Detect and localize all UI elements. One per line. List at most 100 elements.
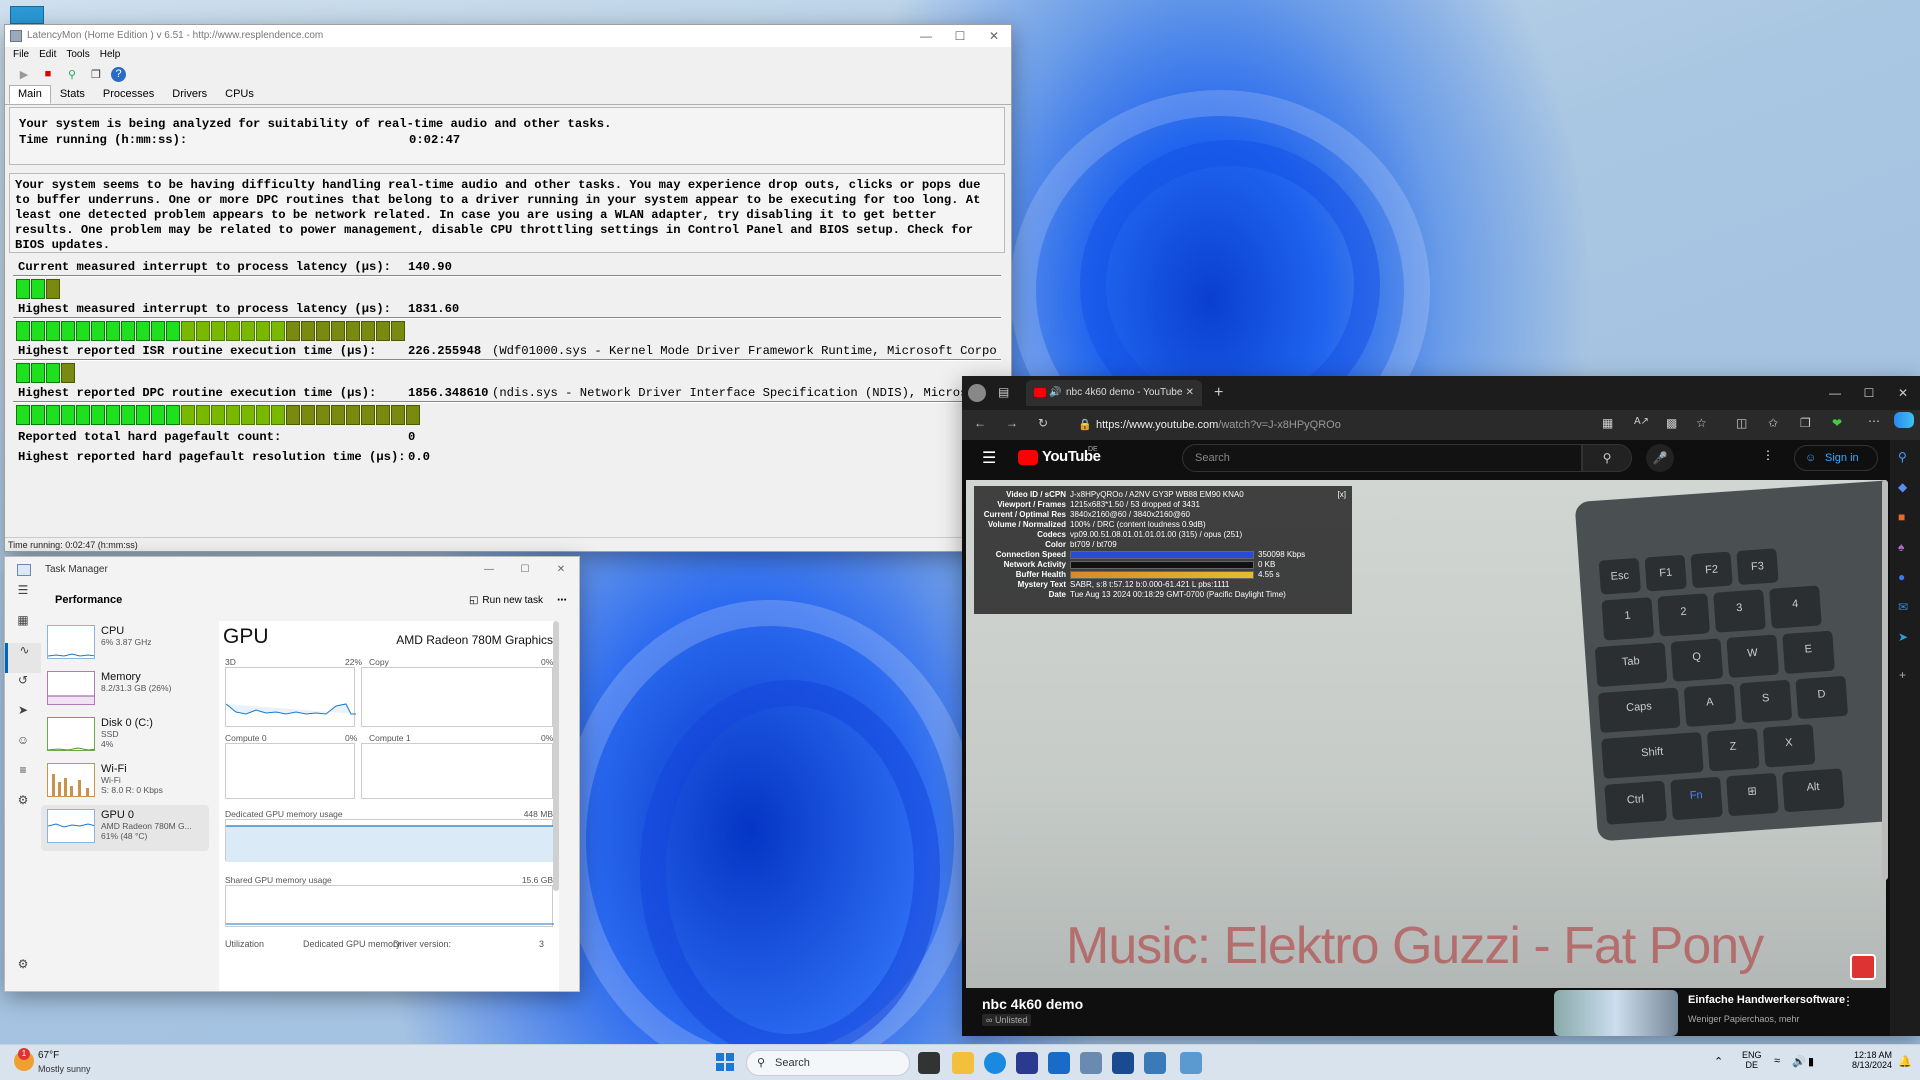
history-icon[interactable]: ↺ xyxy=(5,673,41,703)
task-view-icon[interactable] xyxy=(918,1052,940,1074)
reading-view-icon[interactable]: ▦ xyxy=(1602,416,1613,430)
speaker-icon[interactable]: 🔊 xyxy=(1049,380,1061,406)
weather-temp[interactable]: 67°F xyxy=(38,1050,59,1061)
network-tool-icon[interactable] xyxy=(1080,1052,1102,1074)
settings-icon[interactable]: ⚙ xyxy=(5,957,41,987)
perf-item-memory[interactable]: Memory 8.2/31.3 GB (26%) xyxy=(41,667,209,713)
url-field[interactable]: 🔒 https://www.youtube.com/watch?v=J-x8HP… xyxy=(1072,414,1592,436)
more-icon[interactable]: ⋮ xyxy=(1762,448,1774,462)
close-icon[interactable]: ✕ xyxy=(977,25,1011,47)
latencymon-taskbar-icon[interactable] xyxy=(1144,1052,1166,1074)
services-icon[interactable]: ⚙ xyxy=(5,793,41,823)
close-icon[interactable]: ✕ xyxy=(1886,376,1920,410)
tab-drivers[interactable]: Drivers xyxy=(163,85,216,104)
favorite-star-icon[interactable]: ☆ xyxy=(1696,416,1707,430)
video-player[interactable]: Esc F1 F2 F3 1 2 3 4 Tab Q W E Caps A S … xyxy=(966,480,1886,988)
office-icon[interactable]: ● xyxy=(1898,570,1905,584)
new-tab-icon[interactable]: + xyxy=(1214,384,1223,402)
menu-tools[interactable]: Tools xyxy=(66,47,89,63)
tab-cpus[interactable]: CPUs xyxy=(216,85,263,104)
search-input[interactable]: Search xyxy=(1182,444,1582,472)
language-indicator[interactable]: ENG DE xyxy=(1742,1050,1762,1070)
extension-icon[interactable]: ▩ xyxy=(1666,416,1677,430)
search-icon[interactable]: ⚲ xyxy=(1898,450,1907,464)
taskbar-search[interactable]: ⚲ Search xyxy=(746,1050,910,1076)
users-icon[interactable]: ☺ xyxy=(5,733,41,763)
close-icon[interactable]: ✕ xyxy=(543,557,579,583)
copilot-icon[interactable] xyxy=(1894,412,1914,428)
back-icon[interactable]: ← xyxy=(974,416,986,430)
battery-icon[interactable]: ▮ xyxy=(1808,1055,1814,1068)
outlook-icon[interactable]: ✉ xyxy=(1898,600,1908,614)
perf-item-wifi[interactable]: Wi-Fi Wi-Fi S: 8.0 R: 0 Kbps xyxy=(41,759,209,805)
play-icon[interactable]: ▶ xyxy=(15,66,33,82)
favorites-icon[interactable]: ✩ xyxy=(1768,416,1778,430)
maximize-icon[interactable]: ☐ xyxy=(507,557,543,583)
help-icon[interactable]: ? xyxy=(111,66,126,82)
task-manager-taskbar-icon[interactable] xyxy=(1180,1052,1202,1074)
minimize-icon[interactable]: — xyxy=(1818,376,1852,410)
calculator-icon[interactable] xyxy=(1112,1052,1134,1074)
title-bar[interactable]: LatencyMon (Home Edition ) v 6.51 - http… xyxy=(5,25,1011,47)
tab-youtube[interactable]: 🔊 nbc 4k60 demo - YouTube ✕ xyxy=(1026,380,1202,406)
shopping-icon[interactable]: ◆ xyxy=(1898,480,1907,494)
store-icon[interactable] xyxy=(1016,1052,1038,1074)
scrollbar[interactable] xyxy=(1882,480,1888,880)
games-icon[interactable]: ♠ xyxy=(1898,540,1904,554)
maximize-icon[interactable]: ☐ xyxy=(943,25,977,47)
details-icon[interactable]: ≡ xyxy=(5,763,41,793)
file-explorer-icon[interactable] xyxy=(952,1052,974,1074)
search-drivers-icon[interactable]: ⚲ xyxy=(63,66,81,82)
read-aloud-icon[interactable]: A↗ xyxy=(1634,416,1649,427)
stop-icon[interactable]: ■ xyxy=(39,66,57,82)
perf-item-disk[interactable]: Disk 0 (C:) SSD 4% xyxy=(41,713,209,759)
wifi-icon[interactable]: ≈ xyxy=(1774,1055,1780,1067)
maximize-icon[interactable]: ☐ xyxy=(1852,376,1886,410)
chevron-up-icon[interactable]: ⌃ xyxy=(1714,1055,1723,1068)
youtube-logo-icon[interactable] xyxy=(1018,450,1038,465)
stats-close-button[interactable]: [x] xyxy=(1338,490,1346,500)
menu-edit[interactable]: Edit xyxy=(39,47,56,63)
startup-icon[interactable]: ➤ xyxy=(5,703,41,733)
desktop-icon[interactable] xyxy=(10,6,44,24)
start-button[interactable] xyxy=(716,1053,734,1071)
recommended-more-icon[interactable]: ⋮ xyxy=(1842,994,1854,1008)
refresh-icon[interactable]: ↻ xyxy=(1038,416,1048,430)
edge-icon[interactable] xyxy=(984,1052,1006,1074)
tab-close-icon[interactable]: ✕ xyxy=(1186,380,1194,406)
scrollbar[interactable] xyxy=(553,621,559,891)
tab-main[interactable]: Main xyxy=(9,85,51,104)
profile-icon[interactable] xyxy=(968,384,986,402)
notification-bell-icon[interactable]: 🔔 xyxy=(1898,1055,1912,1068)
microphone-icon[interactable]: 🎤 xyxy=(1646,444,1674,472)
perf-item-cpu[interactable]: CPU 6% 3.87 GHz xyxy=(41,621,209,667)
clock[interactable]: 12:18 AM 8/13/2024 xyxy=(1836,1050,1892,1070)
tools-icon[interactable]: ■ xyxy=(1898,510,1905,524)
minimize-icon[interactable]: — xyxy=(909,25,943,47)
tab-processes[interactable]: Processes xyxy=(94,85,163,104)
hamburger-icon[interactable]: ☰ xyxy=(5,583,41,613)
forward-icon[interactable]: → xyxy=(1006,416,1018,430)
hamburger-icon[interactable]: ☰ xyxy=(982,448,996,468)
minimize-icon[interactable]: — xyxy=(471,557,507,583)
title-bar[interactable]: Task Manager — ☐ ✕ xyxy=(5,557,579,583)
menu-help[interactable]: Help xyxy=(100,47,121,63)
collections-icon[interactable]: ❐ xyxy=(1800,416,1811,430)
telegram-icon[interactable]: ➤ xyxy=(1898,630,1908,644)
search-button[interactable]: ⚲ xyxy=(1582,444,1632,472)
channel-watermark-icon[interactable] xyxy=(1850,954,1876,980)
recommended-thumbnail[interactable] xyxy=(1554,990,1678,1036)
split-screen-icon[interactable]: ◫ xyxy=(1736,416,1747,430)
menu-file[interactable]: File xyxy=(13,47,29,63)
tab-stats[interactable]: Stats xyxy=(51,85,94,104)
processes-icon[interactable]: ▦ xyxy=(5,613,41,643)
performance-icon[interactable]: ∿ xyxy=(5,643,41,673)
settings-more-icon[interactable]: ⋯ xyxy=(1868,414,1880,428)
outlook-icon[interactable] xyxy=(1048,1052,1070,1074)
perf-item-gpu[interactable]: GPU 0 AMD Radeon 780M G... 61% (48 °C) xyxy=(41,805,209,851)
sign-in-button[interactable]: ☺ Sign in xyxy=(1794,445,1878,471)
copy-icon[interactable]: ❐ xyxy=(87,66,105,82)
recommended-title[interactable]: Einfache Handwerkersoftware xyxy=(1688,994,1845,1006)
volume-icon[interactable]: 🔊 xyxy=(1792,1055,1806,1068)
tab-actions-icon[interactable]: ▤ xyxy=(998,385,1009,399)
